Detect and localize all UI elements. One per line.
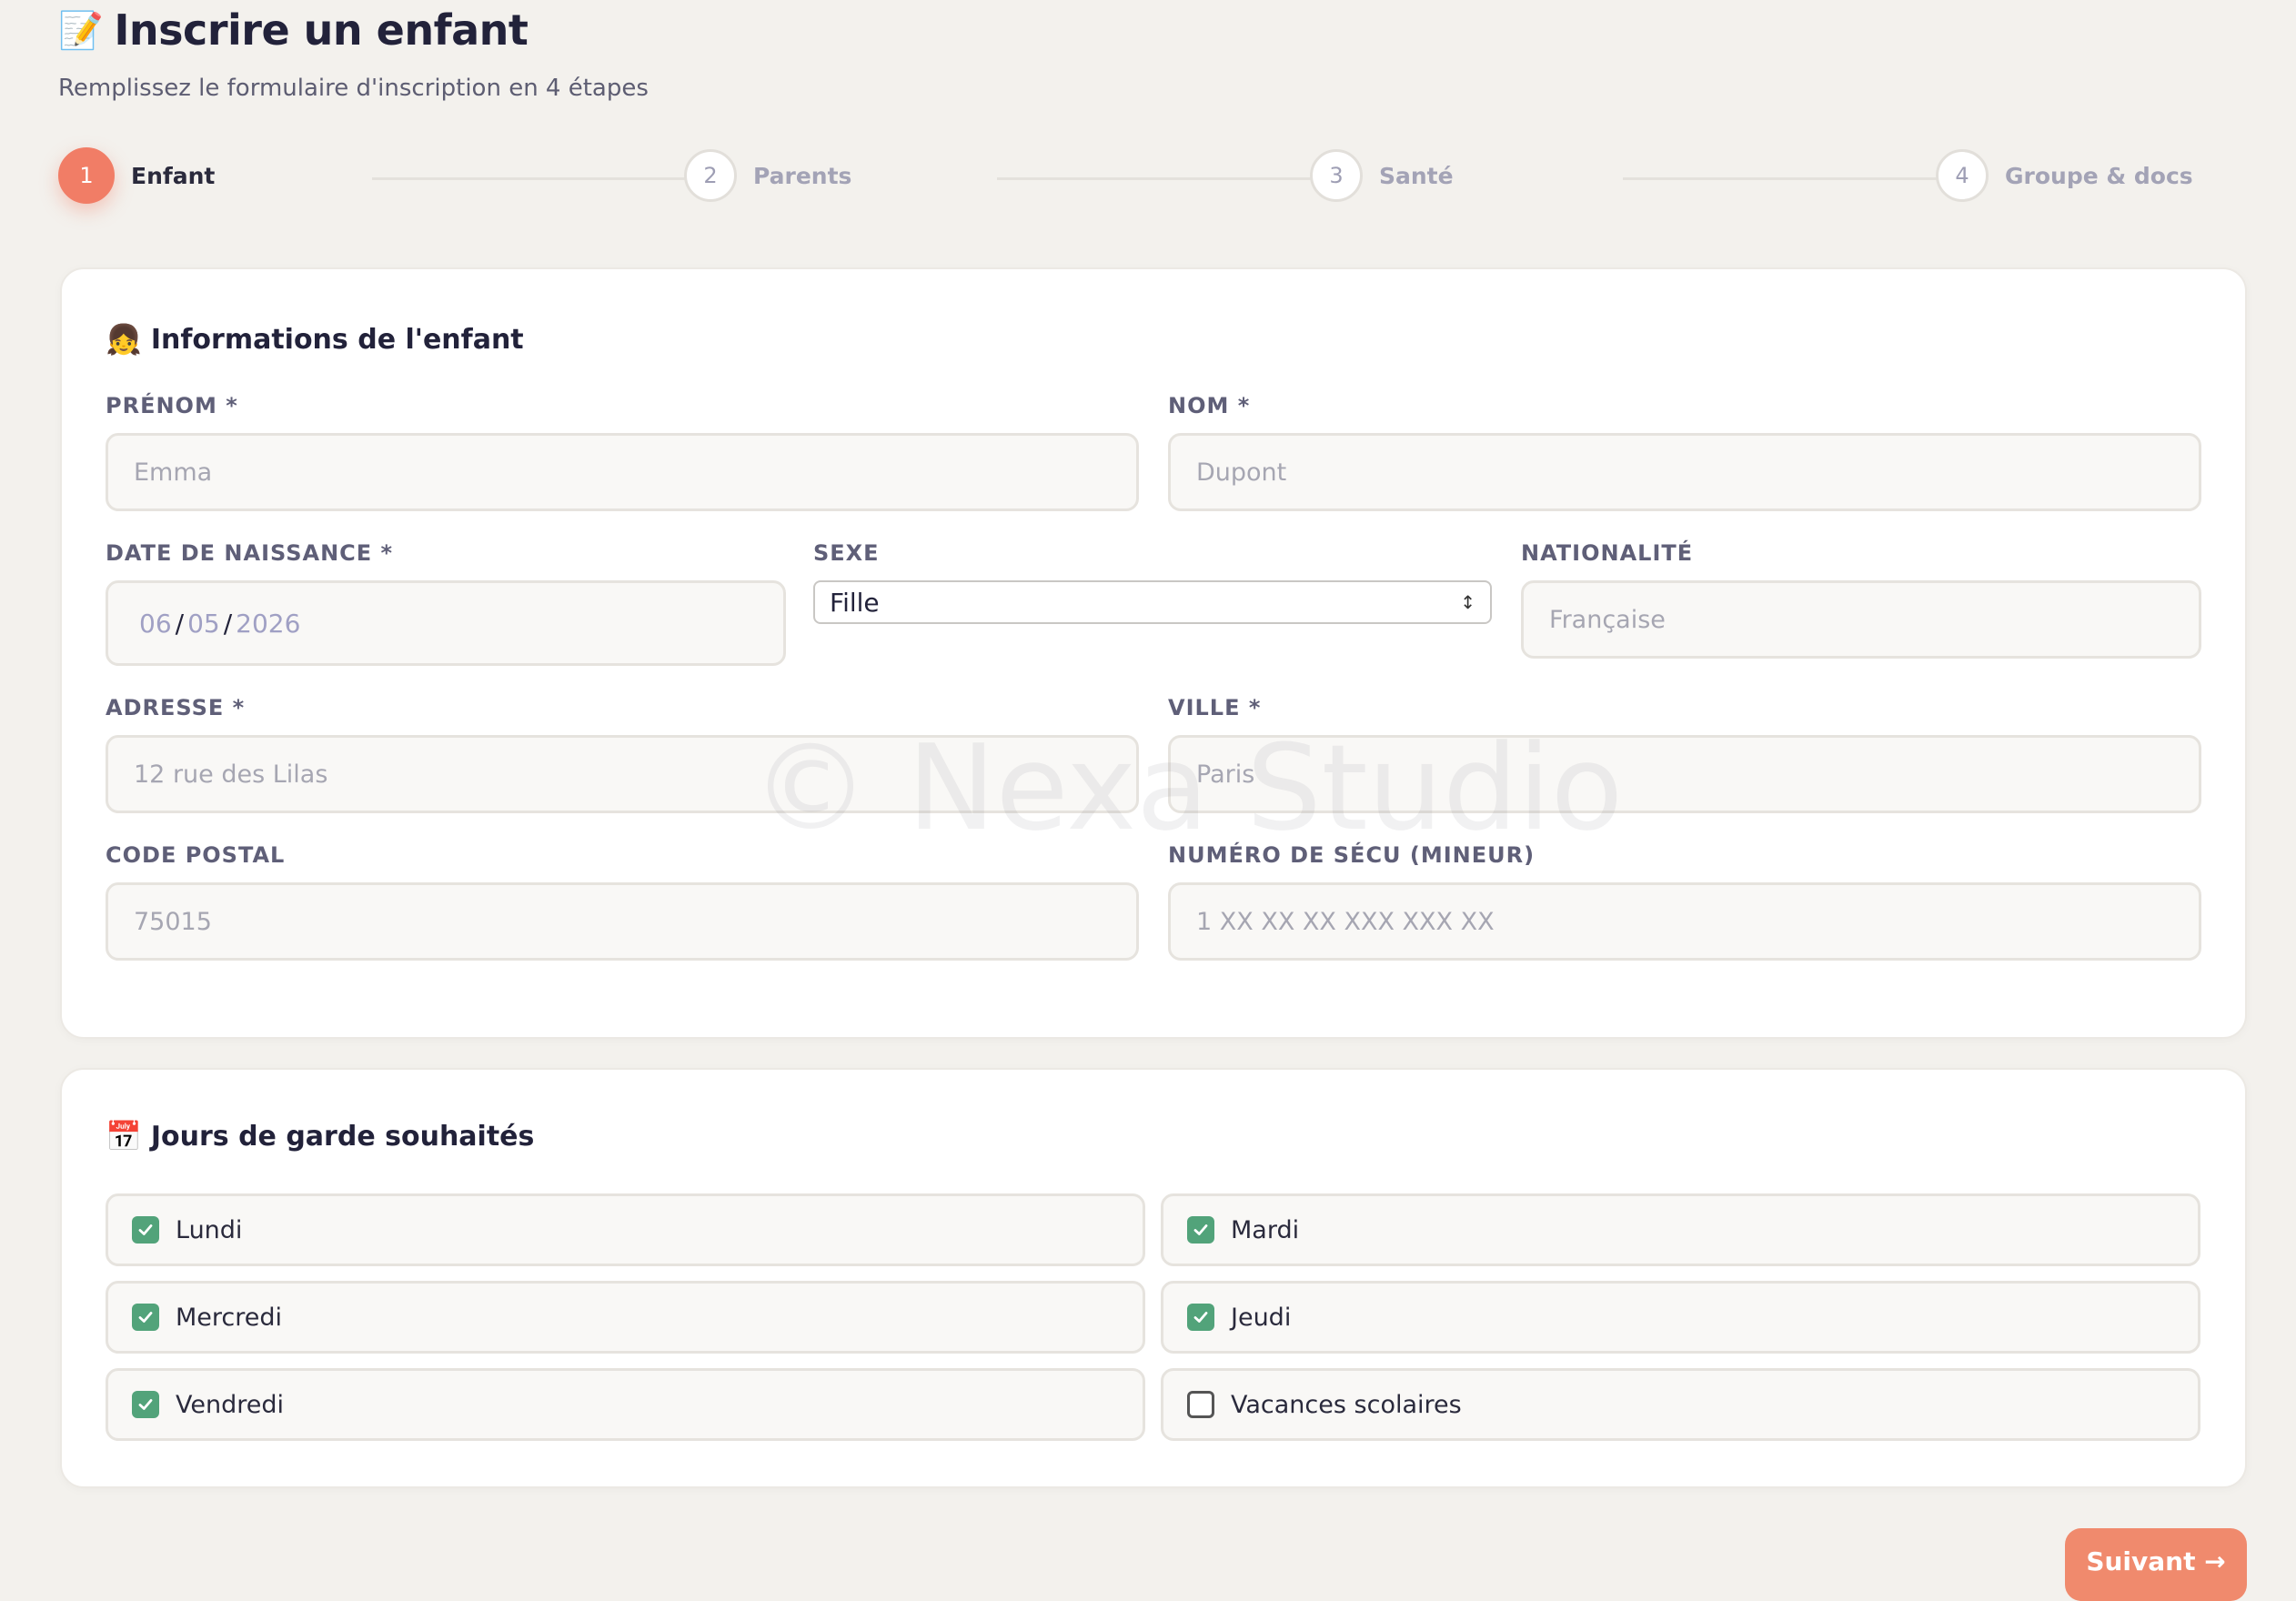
birth-day[interactable]: 06 [139, 609, 172, 639]
postal-code-label: CODE POSTAL [106, 842, 286, 868]
day-option-lundi[interactable]: Lundi [106, 1193, 1145, 1266]
day-option-jeudi[interactable]: Jeudi [1161, 1281, 2200, 1354]
ssn-label: NUMÉRO DE SÉCU (MINEUR) [1168, 842, 1536, 868]
step-label: Parents [753, 162, 852, 189]
step-groupe-docs[interactable]: 4 Groupe & docs [1936, 149, 2193, 202]
checkbox-checked-icon[interactable] [132, 1216, 159, 1244]
nationality-input[interactable] [1521, 580, 2201, 659]
child-info-title: 👧 Informations de l'enfant [106, 322, 524, 357]
memo-icon: 📝 [58, 9, 104, 52]
day-label: Vendredi [176, 1390, 284, 1419]
first-name-input[interactable] [106, 433, 1139, 511]
step-parents[interactable]: 2 Parents [684, 149, 851, 202]
step-label: Santé [1379, 162, 1454, 189]
day-label: Mercredi [176, 1303, 283, 1332]
step-enfant[interactable]: 1 Enfant [58, 147, 215, 204]
checkbox-checked-icon[interactable] [1187, 1216, 1214, 1244]
step-sante[interactable]: 3 Santé [1310, 149, 1454, 202]
step-number: 1 [58, 147, 115, 204]
card-title-text: Informations de l'enfant [150, 323, 524, 356]
calendar-icon: 📅 [106, 1119, 142, 1153]
page-title-text: Inscrire un enfant [114, 5, 529, 55]
day-label: Vacances scolaires [1231, 1390, 1462, 1419]
child-icon: 👧 [106, 322, 142, 357]
day-option-mercredi[interactable]: Mercredi [106, 1281, 1145, 1354]
checkbox-checked-icon[interactable] [1187, 1304, 1214, 1331]
step-connector [997, 177, 1311, 180]
select-chevron-icon: ↕ [1460, 591, 1475, 613]
child-info-card: 👧 Informations de l'enfant PRÉNOM * NOM … [60, 267, 2247, 1039]
sex-label: SEXE [813, 540, 880, 566]
checkbox-unchecked-icon[interactable] [1187, 1391, 1214, 1418]
last-name-label: NOM * [1168, 393, 1251, 418]
stepper: 1 Enfant 2 Parents 3 Santé 4 Groupe & do… [58, 147, 2193, 213]
page-title: 📝 Inscrire un enfant [58, 5, 529, 55]
checkbox-checked-icon[interactable] [132, 1304, 159, 1331]
postal-code-input[interactable] [106, 882, 1139, 961]
step-number: 4 [1936, 149, 1989, 202]
step-number: 3 [1310, 149, 1363, 202]
ssn-input[interactable] [1168, 882, 2201, 961]
next-button[interactable]: Suivant → [2065, 1528, 2247, 1601]
city-label: VILLE * [1168, 695, 1262, 720]
birth-date-input[interactable]: 06 / 05 / 2026 [106, 580, 786, 666]
city-input[interactable] [1168, 735, 2201, 813]
day-option-vacances-scolaires[interactable]: Vacances scolaires [1161, 1368, 2200, 1441]
care-days-card: 📅 Jours de garde souhaités Lundi Mardi M… [60, 1068, 2247, 1488]
step-connector [372, 177, 686, 180]
checkbox-checked-icon[interactable] [132, 1391, 159, 1418]
sex-select[interactable]: Fille ↕ [813, 580, 1492, 624]
page-subtitle: Remplissez le formulaire d'inscription e… [58, 75, 649, 102]
nationality-label: NATIONALITÉ [1521, 540, 1694, 566]
first-name-label: PRÉNOM * [106, 393, 238, 418]
care-days-title: 📅 Jours de garde souhaités [106, 1119, 534, 1153]
address-label: ADRESSE * [106, 695, 246, 720]
registration-page: 📝 Inscrire un enfant Remplissez le formu… [0, 0, 2296, 1601]
day-option-mardi[interactable]: Mardi [1161, 1193, 2200, 1266]
step-label: Groupe & docs [2005, 162, 2193, 189]
step-number: 2 [684, 149, 737, 202]
day-label: Jeudi [1231, 1303, 1292, 1332]
step-label: Enfant [131, 162, 216, 189]
last-name-input[interactable] [1168, 433, 2201, 511]
birth-month[interactable]: 05 [187, 609, 220, 639]
day-label: Mardi [1231, 1215, 1300, 1244]
birth-date-label: DATE DE NAISSANCE * [106, 540, 394, 566]
step-connector [1623, 177, 1937, 180]
birth-year[interactable]: 2026 [236, 609, 300, 639]
day-option-vendredi[interactable]: Vendredi [106, 1368, 1145, 1441]
card-title-text: Jours de garde souhaités [150, 1120, 535, 1153]
address-input[interactable] [106, 735, 1139, 813]
day-label: Lundi [176, 1215, 243, 1244]
sex-selected-value: Fille [830, 587, 880, 618]
